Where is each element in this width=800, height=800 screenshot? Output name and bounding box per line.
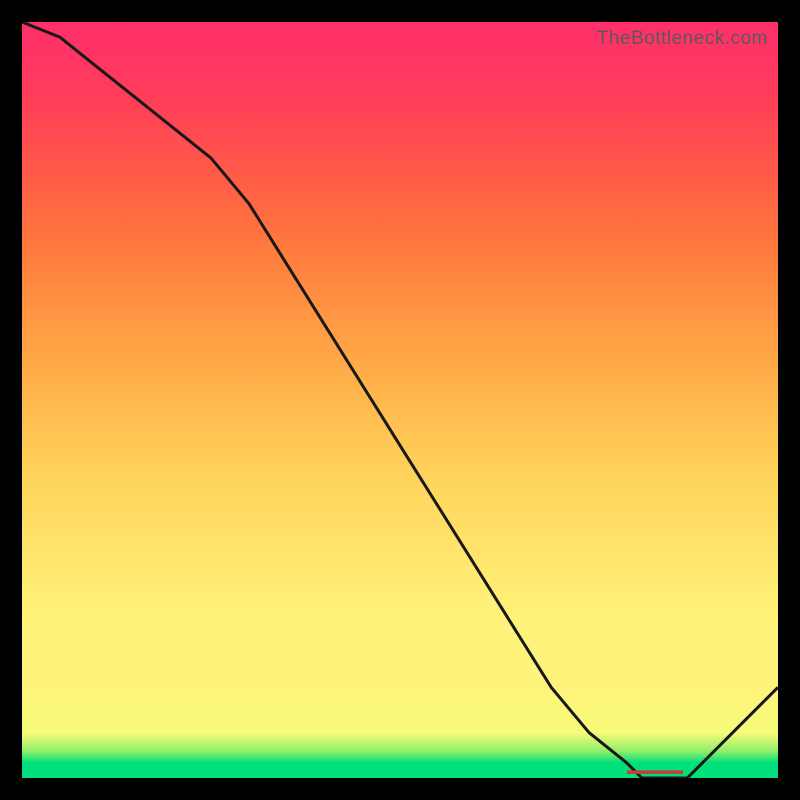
curve-svg: ▬▬▬▬▬ [22,22,778,778]
minimum-marker: ▬▬▬▬▬ [627,763,683,777]
chart-frame: TheBottleneck.com ▬▬▬▬▬ [0,0,800,800]
plot-area: TheBottleneck.com ▬▬▬▬▬ [22,22,778,778]
bottleneck-curve [22,22,778,778]
